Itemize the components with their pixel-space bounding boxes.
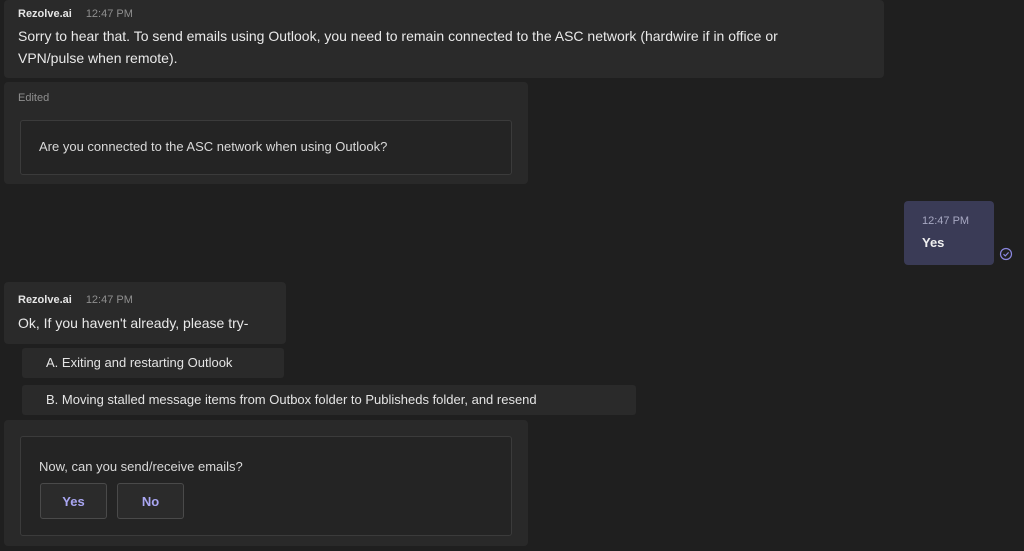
chat-thread: Rezolve.ai 12:47 PM Sorry to hear that. T… bbox=[0, 0, 1024, 551]
user-message-bubble: 12:47 PM Yes bbox=[904, 201, 994, 265]
yes-button[interactable]: Yes bbox=[40, 483, 107, 519]
card-question-box: Now, can you send/receive emails? Yes No bbox=[20, 436, 512, 536]
card-question: Are you connected to the ASC network whe… bbox=[39, 139, 388, 154]
message-time: 12:47 PM bbox=[922, 215, 970, 227]
bot-message-bubble: Rezolve.ai 12:47 PM Sorry to hear that. T… bbox=[4, 0, 884, 78]
read-receipt-icon bbox=[999, 247, 1013, 261]
list-item: A. Exiting and restarting Outlook bbox=[22, 348, 284, 378]
message-line: Sorry to hear that. To send emails using… bbox=[18, 28, 778, 44]
bot-message-bubble: Rezolve.ai 12:47 PM Ok, If you haven't al… bbox=[4, 282, 286, 344]
list-item-text: A. Exiting and restarting Outlook bbox=[46, 355, 233, 370]
card-question: Now, can you send/receive emails? bbox=[39, 459, 243, 474]
sender-name: Rezolve.ai bbox=[18, 294, 72, 306]
edited-label: Edited bbox=[18, 92, 50, 104]
list-item-text: B. Moving stalled message items from Out… bbox=[46, 392, 537, 407]
message-time: 12:47 PM bbox=[85, 8, 133, 20]
message-text: Ok, If you haven't already, please try- bbox=[18, 315, 249, 331]
no-button[interactable]: No bbox=[117, 483, 184, 519]
message-meta: Rezolve.ai 12:47 PM bbox=[18, 8, 133, 20]
message-line: VPN/pulse when remote). bbox=[18, 50, 178, 66]
adaptive-card: Now, can you send/receive emails? Yes No bbox=[4, 420, 528, 546]
message-text: Yes bbox=[922, 235, 945, 250]
message-time: 12:47 PM bbox=[85, 294, 133, 306]
adaptive-card: Edited Are you connected to the ASC netw… bbox=[4, 82, 528, 184]
sender-name: Rezolve.ai bbox=[18, 8, 72, 20]
message-meta: Rezolve.ai 12:47 PM bbox=[18, 294, 133, 306]
list-item: B. Moving stalled message items from Out… bbox=[22, 385, 636, 415]
card-question-box: Are you connected to the ASC network whe… bbox=[20, 120, 512, 175]
